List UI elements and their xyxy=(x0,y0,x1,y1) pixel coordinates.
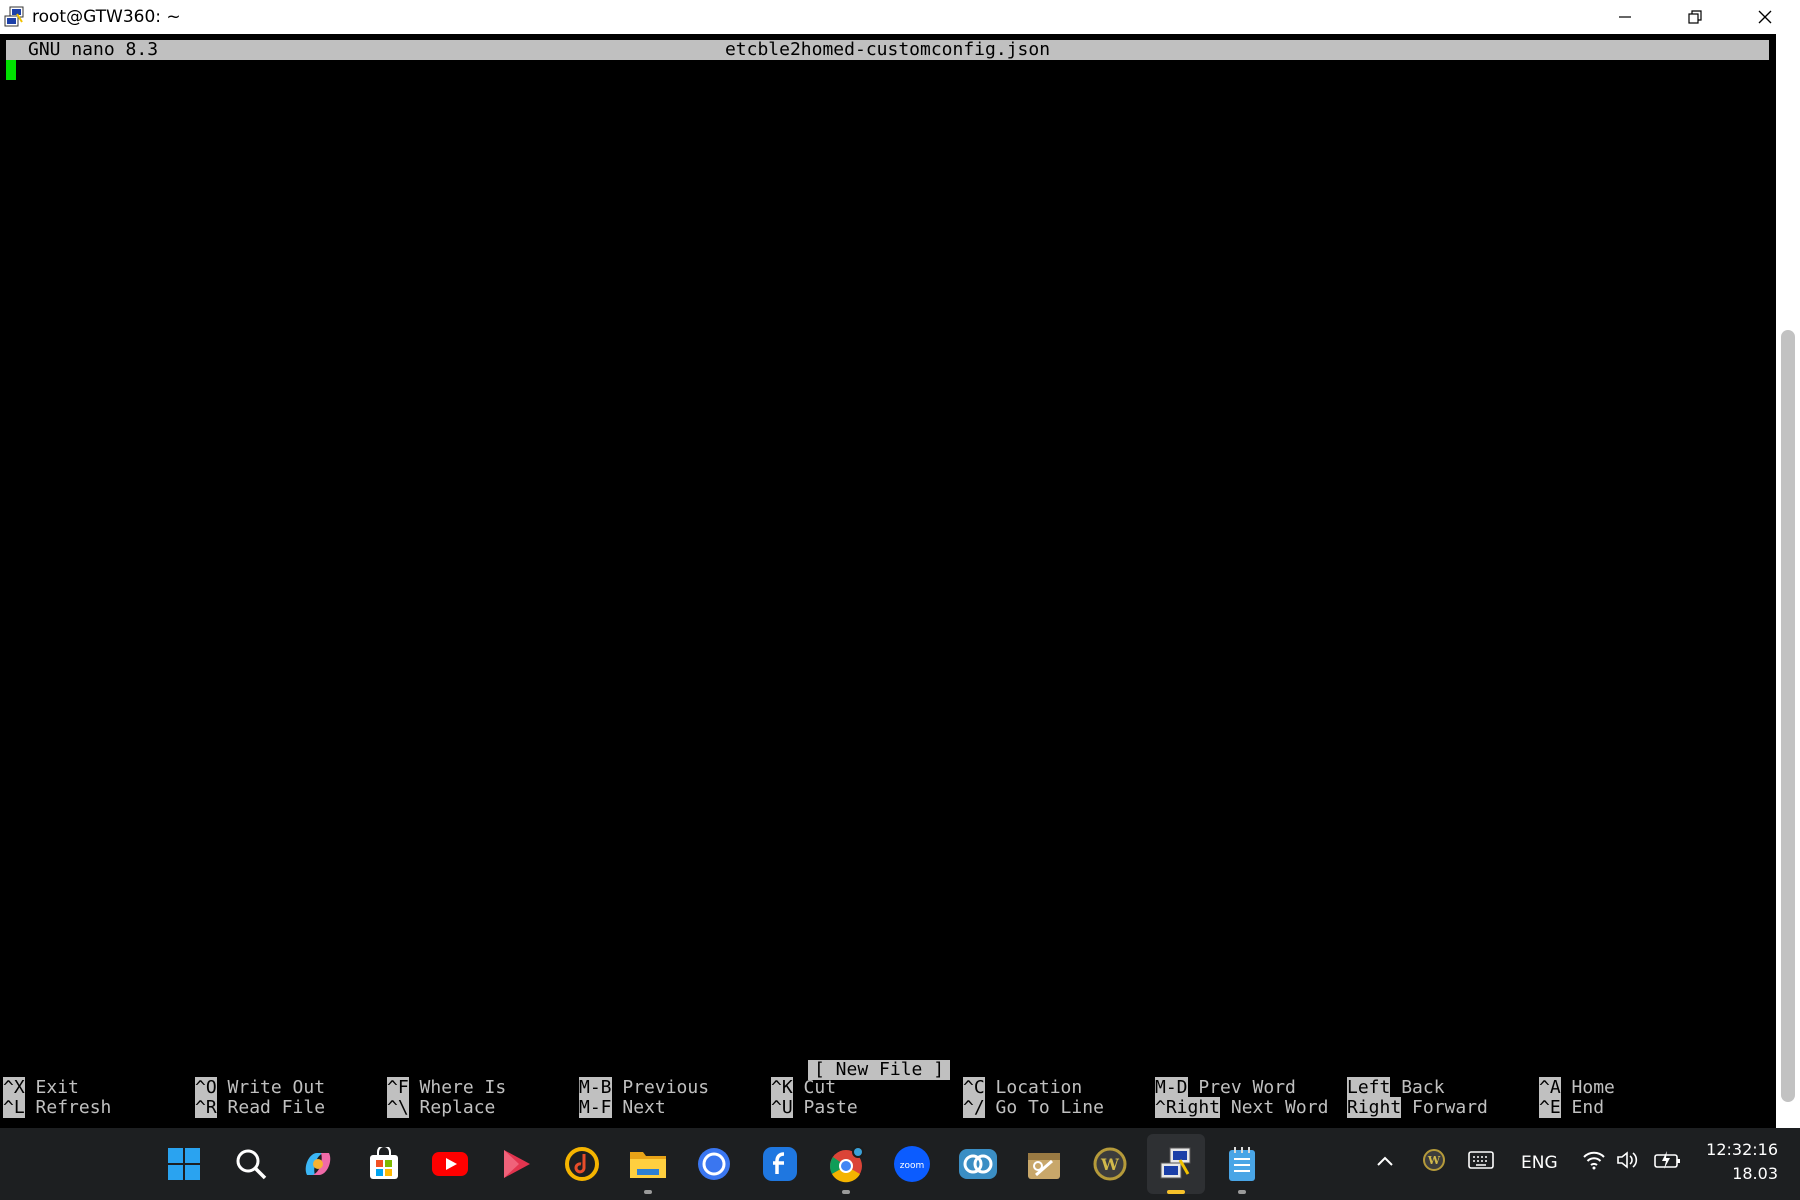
music-icon xyxy=(565,1147,599,1181)
folder-icon xyxy=(630,1152,666,1178)
svg-text:zoom: zoom xyxy=(900,1161,925,1171)
windows-start-icon xyxy=(168,1148,200,1180)
restore-icon xyxy=(1688,10,1702,24)
shortcut-end: ^E End xyxy=(1539,1097,1605,1118)
youtube-icon xyxy=(432,1152,468,1176)
close-button[interactable] xyxy=(1730,0,1800,34)
fedora-icon xyxy=(763,1147,797,1181)
shortcut-back: Left Back xyxy=(1347,1077,1445,1098)
shortcut-read-file: ^R Read File xyxy=(195,1097,326,1118)
signal-icon xyxy=(698,1148,730,1180)
shortcut-write-out: ^O Write Out xyxy=(195,1077,326,1098)
svg-text:W: W xyxy=(1100,1155,1120,1174)
teams-button[interactable] xyxy=(956,1142,1000,1186)
window-title: root@GTW360: ~ xyxy=(32,7,181,27)
keyboard-icon[interactable] xyxy=(1468,1150,1494,1170)
media-player-button[interactable] xyxy=(494,1142,538,1186)
shortcut-location: ^C Location xyxy=(963,1077,1083,1098)
file-explorer-button[interactable] xyxy=(626,1142,670,1186)
shortcut-home: ^A Home xyxy=(1539,1077,1615,1098)
zoom-icon: zoom xyxy=(894,1146,930,1182)
svg-text:W: W xyxy=(1427,1154,1441,1167)
language-indicator[interactable]: ENG xyxy=(1521,1153,1558,1173)
window-titlebar: root@GTW360: ~ xyxy=(0,0,1800,34)
putty-icon xyxy=(1160,1147,1191,1179)
chrome-icon xyxy=(830,1146,864,1183)
shortcut-replace: ^\ Replace xyxy=(387,1097,496,1118)
system-clock[interactable]: 12:32:16 18.03 xyxy=(1706,1138,1778,1186)
restore-button[interactable] xyxy=(1660,0,1730,34)
shortcut-next-word: ^Right Next Word xyxy=(1155,1097,1329,1118)
clock-date: 18.03 xyxy=(1732,1164,1778,1183)
volume-icon[interactable] xyxy=(1616,1150,1640,1170)
terminal-area[interactable]: etcble2homed-customconfig.json GNU nano … xyxy=(0,34,1776,1128)
shortcut-next: M-F Next xyxy=(579,1097,666,1118)
text-cursor xyxy=(6,60,16,80)
notepad-icon xyxy=(1229,1147,1255,1181)
microsoft-store-icon xyxy=(370,1147,398,1179)
running-indicator xyxy=(1238,1190,1246,1194)
wordpress-tray-icon[interactable]: W xyxy=(1422,1148,1446,1172)
minimize-button[interactable] xyxy=(1590,0,1660,34)
wordpress-button[interactable]: W xyxy=(1088,1142,1132,1186)
zoom-button[interactable]: zoom xyxy=(890,1142,934,1186)
signal-button[interactable] xyxy=(692,1142,736,1186)
active-indicator xyxy=(1167,1190,1185,1194)
tools-button[interactable] xyxy=(1022,1142,1066,1186)
copilot-icon xyxy=(305,1153,331,1175)
nano-header: etcble2homed-customconfig.json GNU nano … xyxy=(6,40,1769,60)
notepad-button[interactable] xyxy=(1220,1142,1264,1186)
shortcut-cut: ^K Cut xyxy=(771,1077,837,1098)
running-indicator xyxy=(842,1190,850,1194)
shortcut-go-to-line: ^/ Go To Line xyxy=(963,1097,1104,1118)
shortcut-prev-word: M-D Prev Word xyxy=(1155,1077,1296,1098)
putty-app-icon xyxy=(4,6,24,27)
wordpress-icon: W xyxy=(1093,1147,1127,1181)
copilot-button[interactable] xyxy=(296,1142,340,1186)
search-button[interactable] xyxy=(229,1142,273,1186)
shortcut-where-is: ^F Where Is xyxy=(387,1077,507,1098)
shortcut-paste: ^U Paste xyxy=(771,1097,858,1118)
toolbox-icon xyxy=(1028,1153,1060,1179)
play-icon xyxy=(504,1150,530,1178)
putty-taskbar-button[interactable] xyxy=(1154,1142,1198,1186)
battery-charging-icon[interactable] xyxy=(1654,1150,1682,1170)
file-name: etcble2homed-customconfig.json xyxy=(724,39,1051,60)
youtube-button[interactable] xyxy=(428,1142,472,1186)
link-rings-icon xyxy=(959,1149,997,1179)
start-button[interactable] xyxy=(162,1142,206,1186)
shortcut-forward: Right Forward xyxy=(1347,1097,1488,1118)
wifi-icon[interactable] xyxy=(1582,1150,1606,1170)
close-icon xyxy=(1758,10,1772,24)
store-button[interactable] xyxy=(362,1142,406,1186)
running-indicator xyxy=(644,1190,652,1194)
taskbar: zoom W W ENG 12:32:16 18.03 xyxy=(0,1128,1800,1200)
clock-time: 12:32:16 xyxy=(1706,1140,1778,1159)
shortcut-exit: ^X Exit xyxy=(3,1077,79,1098)
minimize-icon xyxy=(1619,16,1631,18)
search-icon xyxy=(236,1149,267,1180)
chrome-button[interactable] xyxy=(824,1142,868,1186)
chevron-up-icon[interactable] xyxy=(1376,1154,1394,1168)
nano-version: GNU nano 8.3 xyxy=(28,39,159,60)
fedora-button[interactable] xyxy=(758,1142,802,1186)
scrollbar-thumb[interactable] xyxy=(1781,330,1795,1102)
shortcut-refresh: ^L Refresh xyxy=(3,1097,112,1118)
shortcut-previous: M-B Previous xyxy=(579,1077,710,1098)
music-app-button[interactable] xyxy=(560,1142,604,1186)
